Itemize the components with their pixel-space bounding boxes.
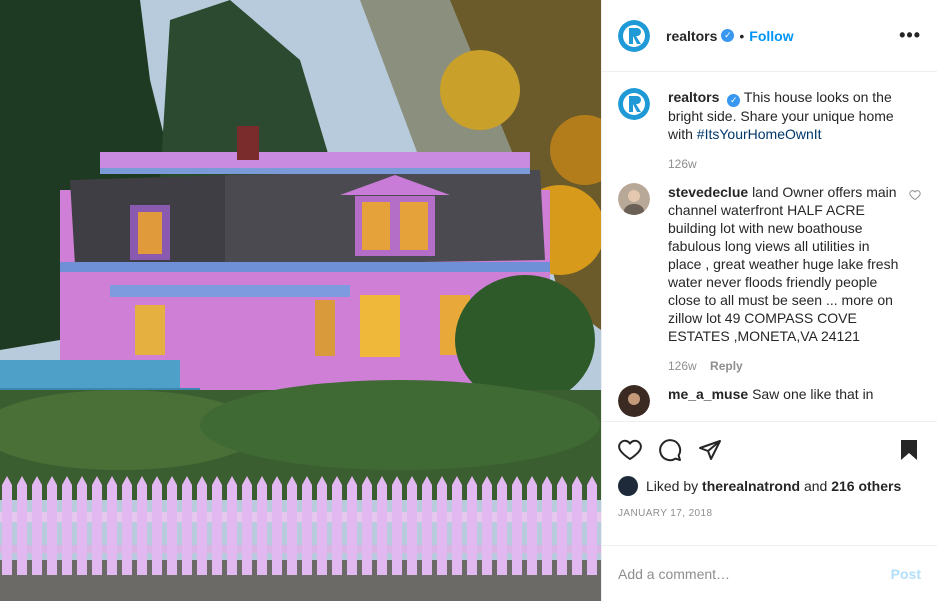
comment-time[interactable]: 126w (668, 359, 697, 373)
liked-by-row: Liked by therealnatrond and 216 others (618, 476, 921, 496)
fence-picket (182, 476, 192, 575)
caption-time[interactable]: 126w (668, 157, 697, 171)
action-icons (618, 430, 921, 470)
fence-picket (362, 476, 372, 575)
fence-picket (557, 476, 567, 575)
fence-picket (242, 476, 252, 575)
fence-picket (587, 476, 597, 575)
comment-body-text: Saw one like that in (752, 386, 874, 402)
fence-picket (62, 476, 72, 575)
comment-text: me_a_muse Saw one like that in (668, 385, 903, 403)
fence-picket (227, 476, 237, 575)
fence-picket (212, 476, 222, 575)
post-date[interactable]: JANUARY 17, 2018 (618, 508, 921, 519)
add-comment-input[interactable] (618, 565, 891, 582)
comment-body-text: land Owner offers main channel waterfron… (668, 184, 899, 344)
fence-picket (17, 476, 27, 575)
post-photo[interactable] (0, 0, 601, 601)
comments-list[interactable]: realtors ✓ This house looks on the brigh… (602, 72, 937, 421)
fence-picket (347, 476, 357, 575)
instagram-post: realtors ✓ • Follow ••• realtors ✓ This … (0, 0, 937, 601)
caption-hashtag[interactable]: #ItsYourHomeOwnIt (697, 126, 822, 142)
liked-by-prefix: Liked by (646, 478, 699, 494)
header-username[interactable]: realtors (666, 28, 717, 44)
fence-picket (107, 476, 117, 575)
fence-picket (317, 476, 327, 575)
post-actions: Liked by therealnatrond and 216 others J… (602, 421, 937, 545)
fence-picket (287, 476, 297, 575)
like-heart-icon[interactable] (618, 438, 642, 462)
commenter-avatar[interactable] (618, 385, 650, 417)
post-side-panel: realtors ✓ • Follow ••• realtors ✓ This … (601, 0, 937, 601)
fence-picket (167, 476, 177, 575)
fence-picket (47, 476, 57, 575)
fence-picket (2, 476, 12, 575)
fence-picket (257, 476, 267, 575)
liked-by-others[interactable]: 216 others (831, 478, 901, 494)
fence-picket (302, 476, 312, 575)
like-comment-icon[interactable] (909, 189, 921, 201)
caption-meta: 126w (668, 157, 903, 171)
fence-picket (467, 476, 477, 575)
post-header: realtors ✓ • Follow ••• (602, 0, 937, 72)
fence-picket (407, 476, 417, 575)
realtors-logo-avatar[interactable] (618, 88, 650, 120)
verified-badge-icon: ✓ (727, 94, 741, 107)
comment-bubble-icon[interactable] (658, 438, 682, 462)
comment-item: me_a_muse Saw one like that in (618, 385, 921, 417)
save-bookmark-icon[interactable] (897, 438, 921, 462)
share-paper-plane-icon[interactable] (698, 438, 722, 462)
commenter-avatar[interactable] (618, 183, 650, 215)
liked-by-and: and (803, 478, 828, 494)
fence-picket (92, 476, 102, 575)
comment-item: stevedeclue land Owner offers main chann… (618, 183, 921, 373)
reply-button[interactable]: Reply (710, 359, 743, 373)
follow-button[interactable]: Follow (749, 28, 793, 44)
comment-username[interactable]: stevedeclue (668, 184, 748, 200)
fence-picket (497, 476, 507, 575)
fence-picket (152, 476, 162, 575)
add-comment-bar: Post (602, 545, 937, 601)
fence-picket (437, 476, 447, 575)
realtors-logo-avatar[interactable] (618, 19, 650, 52)
comment-body: stevedeclue land Owner offers main chann… (668, 183, 921, 373)
fence-picket (332, 476, 342, 575)
liked-by-user[interactable]: therealnatrond (702, 478, 800, 494)
caption: realtors ✓ This house looks on the brigh… (618, 88, 921, 171)
comment-body: me_a_muse Saw one like that in (668, 385, 921, 417)
fence-picket (482, 476, 492, 575)
fence-picket (392, 476, 402, 575)
fence-picket (527, 476, 537, 575)
fence-picket (137, 476, 147, 575)
comment-username[interactable]: me_a_muse (668, 386, 748, 402)
comment-text: stevedeclue land Owner offers main chann… (668, 183, 903, 345)
verified-badge-icon: ✓ (721, 29, 735, 42)
fence-picket (197, 476, 207, 575)
caption-text: realtors ✓ This house looks on the brigh… (668, 88, 903, 143)
liker-avatar[interactable] (618, 476, 638, 496)
caption-body: realtors ✓ This house looks on the brigh… (668, 88, 921, 171)
post-comment-button[interactable]: Post (891, 566, 921, 582)
fence-picket (272, 476, 282, 575)
fence-picket (77, 476, 87, 575)
fence-picket (32, 476, 42, 575)
comment-meta: 126w Reply (668, 359, 903, 373)
fence-picket (572, 476, 582, 575)
house-photo (0, 0, 601, 601)
more-options-icon[interactable]: ••• (899, 25, 921, 46)
fence-picket (377, 476, 387, 575)
separator-dot: • (739, 27, 745, 44)
fence-picket (452, 476, 462, 575)
caption-username[interactable]: realtors (668, 89, 719, 105)
fence-picket (512, 476, 522, 575)
fence-picket (122, 476, 132, 575)
fence-picket (422, 476, 432, 575)
fence-picket (542, 476, 552, 575)
